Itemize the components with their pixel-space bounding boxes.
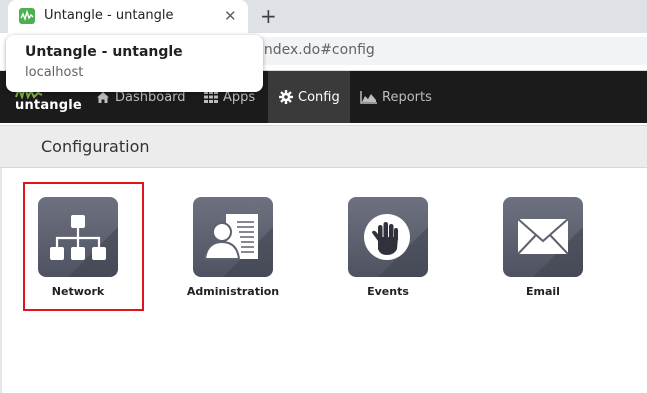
nav-reports-label: Reports	[382, 89, 432, 105]
gear-icon	[279, 90, 293, 104]
config-tile-events[interactable]: Events	[333, 197, 443, 307]
tooltip-title: Untangle - untangle	[25, 44, 183, 60]
envelope-icon	[503, 197, 583, 277]
browser-tab-bar: Untangle - untangle ✕ +	[0, 0, 647, 33]
grid-icon	[204, 91, 218, 103]
nav-config[interactable]: Config	[268, 71, 350, 123]
area-chart-icon	[360, 90, 377, 104]
tile-email-label: Email	[526, 285, 560, 298]
config-tile-email[interactable]: Email	[488, 197, 598, 307]
tab-title: Untangle - untangle	[44, 8, 174, 23]
nav-reports[interactable]: Reports	[360, 71, 432, 123]
tab-close-icon[interactable]: ✕	[224, 6, 237, 26]
tile-administration-label: Administration	[186, 285, 280, 298]
new-tab-button[interactable]: +	[260, 4, 277, 28]
hand-icon	[348, 197, 428, 277]
browser-tab[interactable]: Untangle - untangle ✕	[8, 0, 248, 33]
home-icon	[97, 91, 109, 103]
tab-hover-tooltip: Untangle - untangle localhost	[6, 35, 263, 92]
administration-icon	[193, 197, 273, 277]
untangle-favicon-icon	[19, 8, 35, 24]
tile-events-label: Events	[367, 285, 409, 298]
tooltip-host: localhost	[25, 65, 84, 80]
page-header: Configuration	[0, 125, 647, 168]
config-tile-administration[interactable]: Administration	[178, 197, 288, 307]
url-text: index.do#config	[260, 42, 375, 58]
nav-config-label: Config	[298, 89, 340, 105]
selection-highlight	[23, 182, 144, 311]
page-title: Configuration	[41, 137, 150, 156]
logo-text: untangle	[15, 98, 82, 113]
